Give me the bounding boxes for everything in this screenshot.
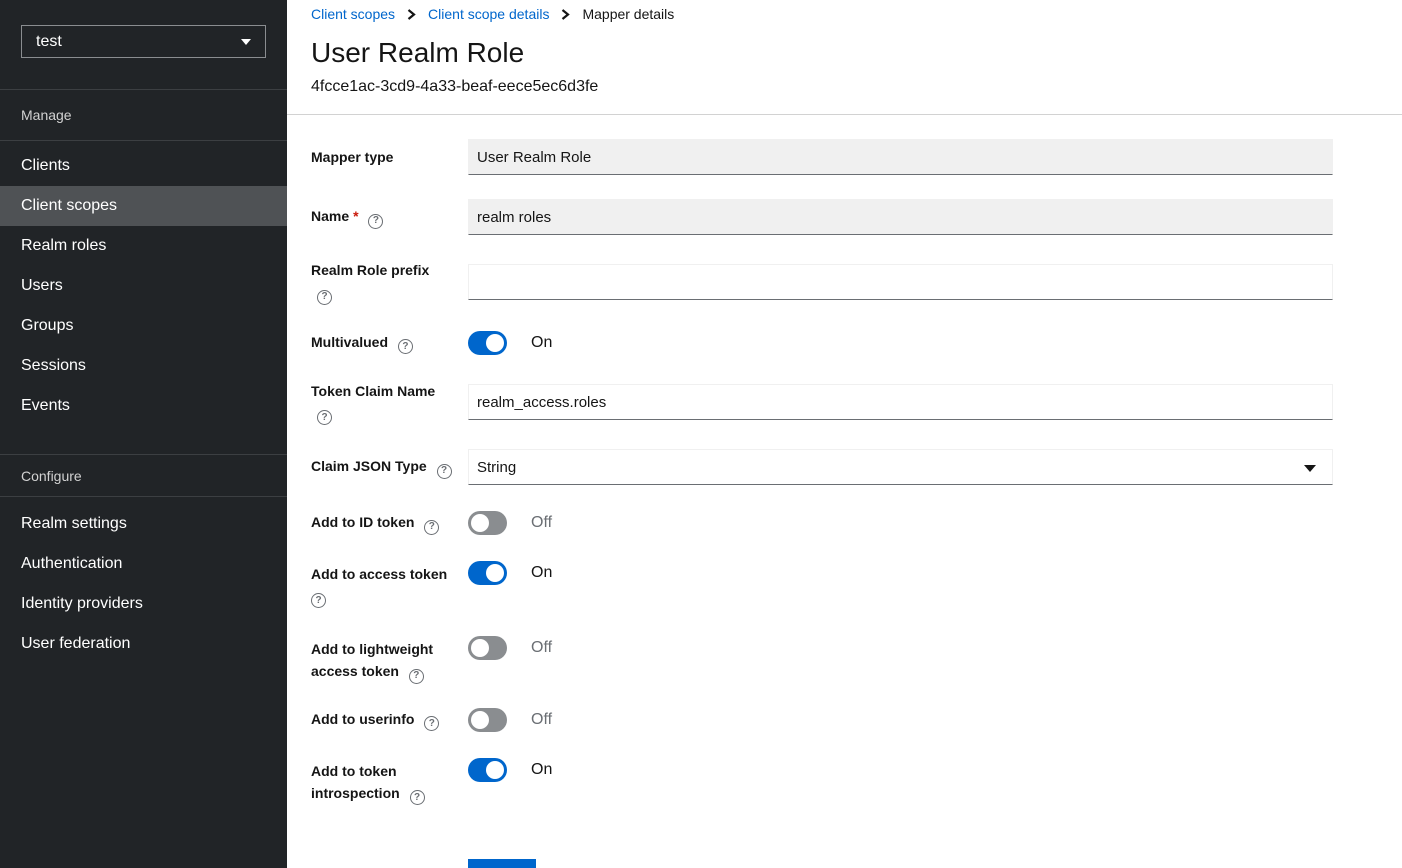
toggle-knob	[471, 639, 489, 657]
chevron-right-icon	[407, 9, 416, 20]
field-row-add-to-lightweight-access-token: Add to lightweight access token ? Off	[311, 636, 1333, 684]
claim-json-type-select[interactable]: String	[468, 449, 1333, 485]
chevron-down-icon	[241, 39, 251, 45]
sidebar-nav-manage: Clients Client scopes Realm roles Users …	[0, 141, 287, 426]
field-row-token-claim-name: Token Claim Name ?	[311, 380, 1333, 426]
sidebar-item-user-federation[interactable]: User federation	[0, 624, 287, 664]
help-icon[interactable]: ?	[368, 214, 383, 229]
field-row-realm-role-prefix: Realm Role prefix ?	[311, 259, 1333, 305]
help-icon[interactable]: ?	[398, 339, 413, 354]
help-icon[interactable]: ?	[311, 593, 326, 608]
realm-selector-value: test	[36, 33, 62, 51]
breadcrumb-client-scopes[interactable]: Client scopes	[311, 6, 395, 22]
mapper-id: 4fcce1ac-3cd9-4a33-beaf-eece5ec6d3fe	[311, 78, 1378, 96]
toggle-knob	[471, 711, 489, 729]
token-claim-name-input[interactable]	[468, 384, 1333, 420]
sidebar-item-realm-settings[interactable]: Realm settings	[0, 504, 287, 544]
add-to-lightweight-access-token-label: Add to lightweight access token ?	[311, 636, 468, 684]
help-icon[interactable]: ?	[424, 520, 439, 535]
multivalued-state: On	[531, 334, 552, 352]
field-row-add-to-access-token: Add to access token ? On	[311, 561, 1333, 608]
multivalued-label: Multivalued ?	[311, 331, 468, 355]
toggle-knob	[486, 564, 504, 582]
add-to-access-token-label: Add to access token ?	[311, 561, 468, 608]
add-to-token-introspection-state: On	[531, 761, 552, 779]
add-to-token-introspection-toggle[interactable]	[468, 758, 507, 782]
sidebar-section-title-configure: Configure	[0, 455, 287, 496]
help-icon[interactable]: ?	[317, 290, 332, 305]
breadcrumb-mapper-details: Mapper details	[582, 6, 674, 22]
field-row-add-to-id-token: Add to ID token ? Off	[311, 511, 1333, 535]
chevron-right-icon	[561, 9, 570, 20]
help-icon[interactable]: ?	[409, 669, 424, 684]
add-to-id-token-state: Off	[531, 514, 552, 532]
breadcrumb-client-scope-details[interactable]: Client scope details	[428, 6, 549, 22]
sidebar-item-events[interactable]: Events	[0, 386, 287, 426]
sidebar-item-identity-providers[interactable]: Identity providers	[0, 584, 287, 624]
add-to-userinfo-toggle[interactable]	[468, 708, 507, 732]
sidebar-item-clients[interactable]: Clients	[0, 146, 287, 186]
mapper-details-form: Mapper type Name* ? Realm Role prefix ?	[287, 115, 1333, 868]
token-claim-name-label: Token Claim Name ?	[311, 380, 468, 426]
add-to-lightweight-access-token-state: Off	[531, 639, 552, 657]
claim-json-type-value: String	[477, 459, 516, 476]
field-row-multivalued: Multivalued ? On	[311, 331, 1333, 355]
help-icon[interactable]: ?	[317, 410, 332, 425]
mapper-type-label: Mapper type	[311, 146, 468, 168]
page-header: Client scopes Client scope details Mappe…	[287, 0, 1402, 115]
toggle-knob	[486, 334, 504, 352]
field-row-add-to-userinfo: Add to userinfo ? Off	[311, 708, 1333, 732]
add-to-lightweight-access-token-toggle[interactable]	[468, 636, 507, 660]
field-row-add-to-token-introspection: Add to token introspection ? On	[311, 758, 1333, 806]
multivalued-toggle[interactable]	[468, 331, 507, 355]
field-row-mapper-type: Mapper type	[311, 139, 1333, 175]
add-to-id-token-toggle[interactable]	[468, 511, 507, 535]
sidebar-item-groups[interactable]: Groups	[0, 306, 287, 346]
toggle-knob	[486, 761, 504, 779]
field-row-claim-json-type: Claim JSON Type ? String	[311, 449, 1333, 485]
form-actions: Save Cancel	[311, 859, 1333, 868]
sidebar-item-authentication[interactable]: Authentication	[0, 544, 287, 584]
field-row-name: Name* ?	[311, 199, 1333, 235]
add-to-userinfo-state: Off	[531, 711, 552, 729]
realm-role-prefix-label: Realm Role prefix ?	[311, 259, 468, 305]
realm-selector-dropdown[interactable]: test	[21, 25, 266, 58]
name-label: Name* ?	[311, 205, 468, 229]
breadcrumb: Client scopes Client scope details Mappe…	[311, 5, 1378, 22]
sidebar-item-realm-roles[interactable]: Realm roles	[0, 226, 287, 266]
keycloak-admin-console: test Manage Clients Client scopes Realm …	[0, 0, 1402, 868]
toggle-knob	[471, 514, 489, 532]
add-to-access-token-state: On	[531, 564, 552, 582]
help-icon[interactable]: ?	[437, 464, 452, 479]
help-icon[interactable]: ?	[410, 790, 425, 805]
claim-json-type-label: Claim JSON Type ?	[311, 455, 468, 479]
add-to-token-introspection-label: Add to token introspection ?	[311, 758, 468, 806]
add-to-userinfo-label: Add to userinfo ?	[311, 708, 468, 732]
sidebar-item-users[interactable]: Users	[0, 266, 287, 306]
name-input[interactable]	[468, 199, 1333, 235]
sidebar-section-title-manage: Manage	[0, 90, 287, 140]
add-to-id-token-label: Add to ID token ?	[311, 511, 468, 535]
sidebar-item-sessions[interactable]: Sessions	[0, 346, 287, 386]
sidebar: test Manage Clients Client scopes Realm …	[0, 0, 287, 868]
add-to-access-token-toggle[interactable]	[468, 561, 507, 585]
realm-role-prefix-input[interactable]	[468, 264, 1333, 300]
sidebar-item-client-scopes[interactable]: Client scopes	[0, 186, 287, 226]
help-icon[interactable]: ?	[424, 716, 439, 731]
sidebar-nav-configure: Realm settings Authentication Identity p…	[0, 497, 287, 664]
chevron-down-icon	[1304, 465, 1316, 472]
save-button[interactable]: Save	[468, 859, 536, 868]
page-title: User Realm Role	[311, 36, 1378, 70]
required-asterisk: *	[353, 208, 358, 224]
main-content: Client scopes Client scope details Mappe…	[287, 0, 1402, 868]
mapper-type-input[interactable]	[468, 139, 1333, 175]
